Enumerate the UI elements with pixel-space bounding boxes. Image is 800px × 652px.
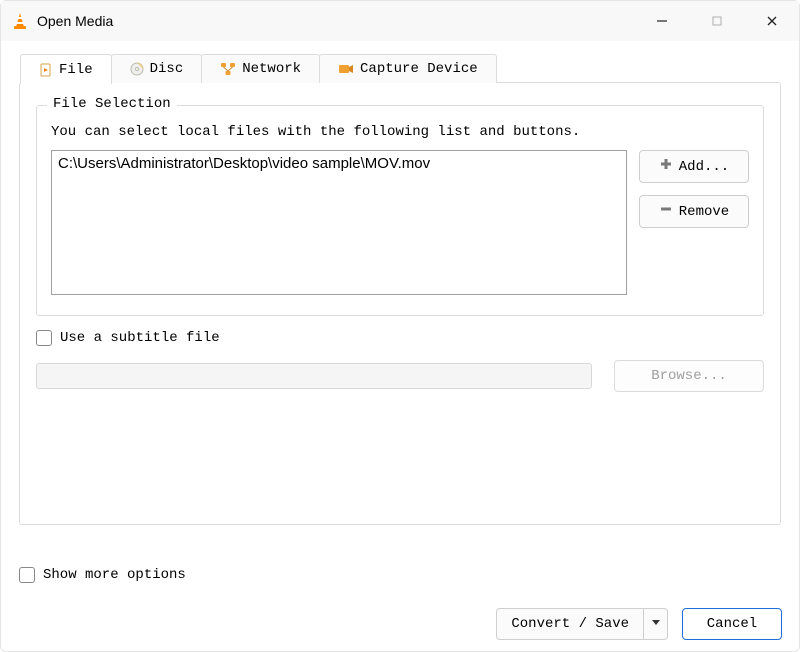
show-more-checkbox[interactable] bbox=[19, 567, 35, 583]
window-controls bbox=[634, 7, 799, 35]
remove-button-label: Remove bbox=[679, 204, 729, 220]
vlc-cone-icon bbox=[11, 12, 29, 30]
add-button[interactable]: Add... bbox=[639, 150, 749, 183]
use-subtitle-label: Use a subtitle file bbox=[60, 330, 220, 346]
titlebar: Open Media bbox=[1, 1, 799, 41]
window-title: Open Media bbox=[37, 13, 113, 29]
subtitle-input-row: Browse... bbox=[36, 360, 764, 392]
tab-capture[interactable]: Capture Device bbox=[319, 54, 497, 83]
cancel-button-label: Cancel bbox=[707, 616, 757, 632]
subtitle-checkbox-row: Use a subtitle file bbox=[36, 330, 764, 346]
tab-capture-label: Capture Device bbox=[360, 61, 478, 77]
browse-button-label: Browse... bbox=[651, 368, 727, 384]
file-icon bbox=[39, 63, 53, 77]
content-area: File Disc Network Capture Device File Se… bbox=[1, 41, 799, 593]
tab-pane: File Selection You can select local file… bbox=[19, 82, 781, 525]
footer-options: Show more options bbox=[19, 567, 186, 583]
cancel-button[interactable]: Cancel bbox=[682, 608, 782, 640]
file-selection-group: File Selection You can select local file… bbox=[36, 105, 764, 316]
maximize-button[interactable] bbox=[689, 7, 744, 35]
tab-file[interactable]: File bbox=[20, 54, 112, 84]
add-button-label: Add... bbox=[679, 159, 729, 175]
convert-save-dropdown[interactable] bbox=[643, 609, 667, 639]
convert-save-label: Convert / Save bbox=[497, 609, 643, 639]
titlebar-left: Open Media bbox=[11, 12, 113, 30]
tabs-row: File Disc Network Capture Device bbox=[20, 53, 781, 83]
remove-button[interactable]: Remove bbox=[639, 195, 749, 228]
tab-network[interactable]: Network bbox=[201, 54, 320, 83]
capture-device-icon bbox=[338, 62, 354, 76]
file-selection-desc: You can select local files with the foll… bbox=[51, 124, 749, 140]
subtitle-path-input bbox=[36, 363, 592, 389]
network-icon bbox=[220, 62, 236, 76]
convert-save-button[interactable]: Convert / Save bbox=[496, 608, 668, 640]
browse-button: Browse... bbox=[614, 360, 764, 392]
file-list-item[interactable]: C:\Users\Administrator\Desktop\video sam… bbox=[58, 155, 620, 172]
plus-icon bbox=[659, 157, 673, 176]
minus-icon bbox=[659, 202, 673, 221]
file-list[interactable]: C:\Users\Administrator\Desktop\video sam… bbox=[51, 150, 627, 295]
show-more-label: Show more options bbox=[43, 567, 186, 583]
caret-down-icon bbox=[651, 616, 661, 632]
minimize-button[interactable] bbox=[634, 7, 689, 35]
tab-file-label: File bbox=[59, 62, 93, 78]
use-subtitle-checkbox[interactable] bbox=[36, 330, 52, 346]
file-selection-legend: File Selection bbox=[47, 96, 177, 112]
close-button[interactable] bbox=[744, 7, 799, 35]
disc-icon bbox=[130, 62, 144, 76]
tab-network-label: Network bbox=[242, 61, 301, 77]
tab-disc[interactable]: Disc bbox=[111, 54, 203, 83]
tab-disc-label: Disc bbox=[150, 61, 184, 77]
footer-actions: Convert / Save Cancel bbox=[496, 608, 782, 640]
